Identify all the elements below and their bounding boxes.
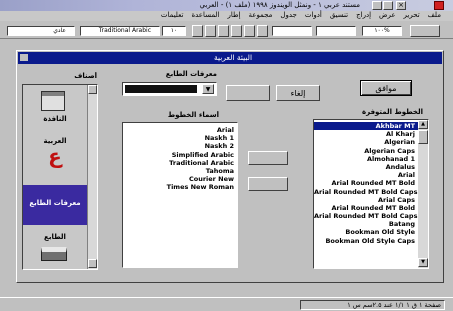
list-item[interactable]: Arial bbox=[314, 171, 418, 179]
menu-item-group[interactable]: مجموعة bbox=[249, 11, 273, 21]
help-button[interactable] bbox=[226, 85, 270, 101]
italic-button[interactable] bbox=[205, 25, 216, 37]
printer-icon bbox=[41, 247, 67, 261]
align-center-button[interactable] bbox=[244, 25, 255, 37]
paragraph-style-combo[interactable] bbox=[272, 26, 312, 36]
menu-item-file[interactable]: ملف bbox=[428, 11, 441, 21]
list-item[interactable]: Almohanad 1 bbox=[314, 155, 418, 163]
list-item[interactable]: Courier New bbox=[123, 175, 237, 183]
sidebar-item-label: الطابع bbox=[44, 233, 66, 241]
menu-bar: ملف تحرير عرض إدراج تنسيق أدوات جدول مجم… bbox=[0, 11, 453, 21]
dialog-system-icon[interactable] bbox=[20, 54, 28, 61]
window-icon bbox=[41, 91, 65, 111]
list-item[interactable]: Arial Rounded MT Bold bbox=[314, 179, 418, 187]
minimize-button[interactable] bbox=[372, 1, 382, 10]
list-item[interactable]: Algerian bbox=[314, 138, 418, 146]
align-right-button[interactable] bbox=[257, 25, 268, 37]
menu-item-frame[interactable]: إطار bbox=[227, 11, 240, 21]
sidebar-item-window[interactable]: النافذة bbox=[23, 87, 87, 131]
sidebar-header: أصناف bbox=[74, 72, 97, 80]
fonts-scrollbar[interactable]: ▲ ▼ bbox=[418, 120, 428, 268]
remove-font-button[interactable] bbox=[248, 177, 288, 191]
cancel-button[interactable]: إلغاء bbox=[276, 85, 320, 101]
menu-item-table[interactable]: جدول bbox=[280, 11, 296, 21]
direction-combo[interactable] bbox=[316, 26, 356, 36]
list-item[interactable]: Naskh 1 bbox=[123, 134, 237, 142]
list-item[interactable]: Bookman Old Style Caps bbox=[314, 237, 418, 245]
close-button[interactable]: × bbox=[396, 1, 406, 10]
fonts-scroll-thumb[interactable] bbox=[418, 130, 428, 144]
list-item[interactable]: Batang bbox=[314, 220, 418, 228]
size-combo[interactable]: ١٠ bbox=[162, 26, 186, 36]
sidebar-item-arabic[interactable]: العربية ع bbox=[23, 135, 87, 179]
bold-button[interactable] bbox=[192, 25, 203, 37]
toolbar-end-button[interactable] bbox=[410, 25, 440, 37]
add-font-button[interactable] bbox=[248, 151, 288, 165]
list-item[interactable]: Naskh 2 bbox=[123, 142, 237, 150]
zoom-combo[interactable]: ١٠٠% bbox=[362, 26, 402, 36]
list-item[interactable]: Arial Rounded MT Bold Caps bbox=[314, 188, 418, 196]
menu-item-instructions[interactable]: تعليمات bbox=[161, 11, 184, 21]
formatting-toolbar: عادي Traditional Arabic ١٠ ١٠٠% bbox=[0, 22, 453, 39]
charset-combo[interactable]: ▼ bbox=[122, 82, 217, 96]
app-title-bar: × مستند عربي ١ - ونمثل الويندوز ١٩٩٨ (مل… bbox=[0, 0, 453, 11]
app-title: مستند عربي ١ - ونمثل الويندوز ١٩٩٨ (ملف … bbox=[199, 1, 360, 9]
list-item[interactable]: Akhbar MT bbox=[314, 122, 418, 131]
sidebar-scroll-down[interactable] bbox=[88, 259, 97, 268]
charset-label: معرفات الطابع bbox=[165, 70, 217, 78]
list-item[interactable]: Bookman Old Style bbox=[314, 228, 418, 236]
sidebar-scroll-up[interactable] bbox=[88, 85, 97, 94]
chosen-fonts-label: أسماء الخطوط bbox=[167, 111, 219, 119]
sidebar-item-charset[interactable]: معرفات الطابع bbox=[23, 185, 87, 225]
sidebar-scrollbar[interactable] bbox=[87, 85, 97, 269]
align-left-button[interactable] bbox=[231, 25, 242, 37]
list-item[interactable]: Andalus bbox=[314, 163, 418, 171]
menu-item-tools[interactable]: أدوات bbox=[305, 11, 322, 21]
charset-combo-value bbox=[125, 85, 197, 93]
menu-item-view[interactable]: عرض bbox=[379, 11, 396, 21]
sidebar-item-label: معرفات الطابع bbox=[29, 199, 81, 207]
list-item[interactable]: Arial bbox=[123, 126, 237, 134]
list-item[interactable]: Traditional Arabic bbox=[123, 159, 237, 167]
list-item[interactable]: Arial Caps bbox=[314, 196, 418, 204]
menu-item-format[interactable]: تنسيق bbox=[330, 11, 348, 21]
font-combo[interactable]: Traditional Arabic bbox=[80, 26, 160, 36]
underline-button[interactable] bbox=[218, 25, 229, 37]
dialog-title-bar: البيئة العربية bbox=[18, 52, 442, 64]
list-item[interactable]: Algerian Caps bbox=[314, 147, 418, 155]
available-fonts-label: الخطوط المتوفرة bbox=[361, 108, 423, 116]
dialog-title: البيئة العربية bbox=[213, 53, 253, 62]
category-sidebar: النافذة العربية ع معرفات الطابع الطابع bbox=[22, 84, 98, 270]
menu-item-edit[interactable]: تحرير bbox=[404, 11, 420, 21]
list-item[interactable]: Arial Rounded MT Bold bbox=[314, 204, 418, 212]
style-combo[interactable]: عادي bbox=[7, 26, 75, 36]
menu-item-insert[interactable]: إدراج bbox=[356, 11, 371, 21]
status-bar: صفحة ١ ق ١ ١/١ عند ٢.٥سم س ١ bbox=[0, 297, 453, 311]
chevron-down-icon[interactable]: ▼ bbox=[202, 84, 214, 94]
fonts-scroll-up[interactable]: ▲ bbox=[418, 120, 428, 129]
app-icon[interactable] bbox=[434, 1, 444, 10]
available-fonts-list[interactable]: Akhbar MT Al Kharj Algerian Algerian Caps Al… bbox=[313, 119, 429, 269]
ok-button[interactable]: موافق bbox=[360, 80, 412, 96]
arabic-letter-icon: ع bbox=[48, 144, 62, 168]
list-item[interactable]: Arial Rounded MT Bold Caps bbox=[314, 212, 418, 220]
chosen-fonts-list[interactable]: Arial Naskh 1 Naskh 2 Simplified Arabic Trad… bbox=[122, 122, 238, 268]
fonts-scroll-down[interactable]: ▼ bbox=[418, 258, 428, 267]
menu-item-help[interactable]: المساعدة bbox=[191, 11, 219, 21]
sidebar-item-printer[interactable]: الطابع bbox=[23, 231, 87, 269]
status-text: صفحة ١ ق ١ ١/١ عند ٢.٥سم س ١ bbox=[300, 300, 445, 310]
list-item[interactable]: Times New Roman bbox=[123, 183, 237, 191]
list-item[interactable]: Al Kharj bbox=[314, 130, 418, 138]
list-item[interactable]: Tahoma bbox=[123, 167, 237, 175]
list-item[interactable]: Simplified Arabic bbox=[123, 151, 237, 159]
arabic-environment-dialog: البيئة العربية أصناف النافذة العربية ع م… bbox=[16, 50, 444, 283]
maximize-button[interactable] bbox=[383, 1, 393, 10]
sidebar-item-label: النافذة bbox=[43, 115, 67, 123]
